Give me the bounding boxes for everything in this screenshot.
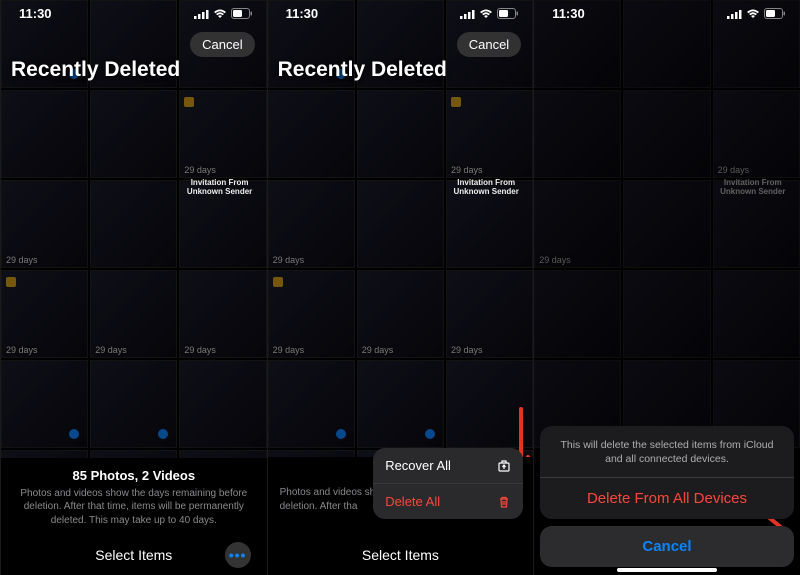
thumbnail[interactable]: 29 days	[446, 90, 533, 178]
thumbnail	[623, 180, 710, 268]
summary-text: Photos and videos show the days remainin…	[13, 487, 255, 528]
thumbnail[interactable]	[268, 90, 355, 178]
thumbnail	[534, 90, 621, 178]
sheet-message: This will delete the selected items from…	[540, 426, 794, 477]
invitation-card: Invitation From Unknown Sender	[181, 178, 259, 196]
recover-icon	[497, 459, 511, 473]
summary-title: 85 Photos, 2 Videos	[13, 468, 255, 483]
signal-icon	[727, 9, 742, 19]
delete-from-all-devices-button[interactable]: Delete From All Devices	[540, 477, 794, 519]
thumbnail: 29 days	[534, 180, 621, 268]
more-menu: Recover All Delete All	[373, 448, 523, 519]
thumbnail[interactable]: 29 days	[179, 270, 266, 358]
phone-screen-1: 29 days 29 days 29 days 29 days 29 days …	[0, 0, 267, 575]
status-time: 11:30	[286, 6, 319, 21]
thumbnail	[623, 90, 710, 178]
page-title: Recently Deleted	[11, 58, 180, 82]
thumbnail[interactable]: 29 days	[268, 270, 355, 358]
thumbnail[interactable]	[268, 360, 355, 448]
status-bar: 11:30	[534, 0, 800, 23]
thumbnail[interactable]: 29 days	[90, 270, 177, 358]
wifi-icon	[213, 9, 227, 19]
battery-icon	[497, 8, 519, 19]
thumbnail[interactable]: 29 days	[268, 180, 355, 268]
thumbnail[interactable]: 29 days	[357, 270, 444, 358]
delete-all-button[interactable]: Delete All	[373, 484, 523, 519]
thumbnail[interactable]	[90, 180, 177, 268]
ellipsis-icon: •••	[229, 547, 247, 563]
thumbnail[interactable]: 29 days	[179, 90, 266, 178]
phone-screen-3: 29 days 29 days 11:30 Invitation From Un…	[533, 0, 800, 575]
more-button[interactable]: •••	[225, 542, 251, 568]
battery-icon	[764, 8, 786, 19]
thumbnail[interactable]	[357, 360, 444, 448]
delete-all-label: Delete All	[385, 494, 440, 509]
thumbnail[interactable]: 29 days	[1, 180, 88, 268]
home-indicator[interactable]	[617, 568, 717, 572]
sheet-cancel-button[interactable]: Cancel	[540, 526, 794, 567]
status-time: 11:30	[552, 6, 585, 21]
thumbnail[interactable]: 29 days	[1, 270, 88, 358]
signal-icon	[460, 9, 475, 19]
status-bar: 11:30	[268, 0, 534, 23]
phone-screen-2: 29 days 29 days 29 days 29 days 29 days …	[267, 0, 534, 575]
wifi-icon	[479, 9, 493, 19]
cancel-button[interactable]: Cancel	[457, 32, 521, 57]
status-bar: 11:30	[1, 0, 267, 23]
thumbnail	[534, 270, 621, 358]
cancel-button[interactable]: Cancel	[190, 32, 254, 57]
select-items-button[interactable]: Select Items	[95, 547, 172, 563]
status-time: 11:30	[19, 6, 52, 21]
thumbnail[interactable]	[1, 90, 88, 178]
thumbnail[interactable]	[357, 180, 444, 268]
thumbnail[interactable]	[1, 360, 88, 448]
battery-icon	[231, 8, 253, 19]
wifi-icon	[746, 9, 760, 19]
select-items-button[interactable]: Select Items	[362, 547, 439, 563]
bottom-panel: 85 Photos, 2 Videos Photos and videos sh…	[1, 458, 267, 575]
signal-icon	[194, 9, 209, 19]
thumbnail	[623, 270, 710, 358]
thumbnail[interactable]	[446, 360, 533, 448]
thumbnail-grid: 29 days 29 days	[534, 0, 800, 450]
thumbnail[interactable]: 29 days	[446, 270, 533, 358]
thumbnail[interactable]	[90, 360, 177, 448]
invitation-card: Invitation From Unknown Sender	[447, 178, 525, 196]
thumbnail: 29 days	[713, 90, 800, 178]
thumbnail[interactable]	[90, 90, 177, 178]
thumbnail[interactable]	[357, 90, 444, 178]
recover-all-label: Recover All	[385, 458, 451, 473]
thumbnail[interactable]	[179, 360, 266, 448]
recover-all-button[interactable]: Recover All	[373, 448, 523, 484]
thumbnail	[713, 270, 800, 358]
invitation-card: Invitation From Unknown Sender	[714, 178, 792, 196]
trash-icon	[497, 495, 511, 509]
page-title: Recently Deleted	[278, 58, 447, 82]
action-sheet: This will delete the selected items from…	[540, 426, 794, 519]
